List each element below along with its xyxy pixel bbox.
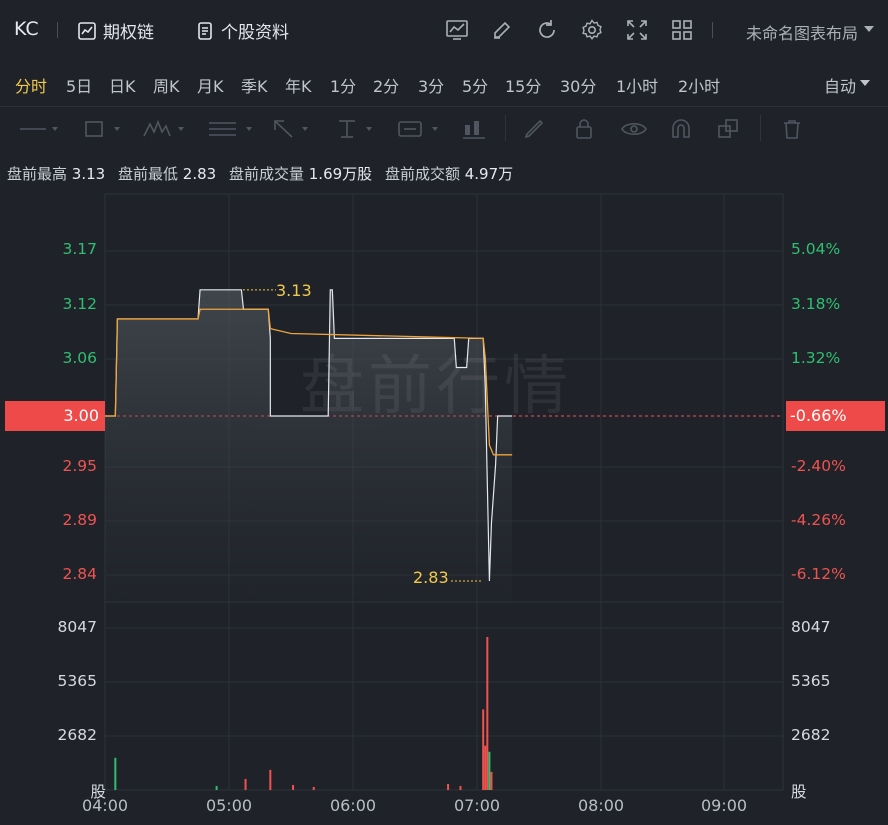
percent-tick: -2.40%: [791, 457, 846, 475]
price-tick: 2.84: [62, 565, 97, 583]
volume-bar: [484, 745, 487, 790]
volume-bar: [244, 778, 247, 790]
volume-tick: 8047: [791, 618, 831, 636]
volume-bar: [269, 769, 272, 790]
percent-tick: 5.04%: [791, 240, 841, 258]
volume-tick: 8047: [57, 618, 97, 636]
volume-tick: 5365: [791, 672, 831, 690]
time-tick: 09:00: [700, 796, 748, 815]
price-tick: 3.12: [62, 295, 97, 313]
volume-bar: [459, 785, 462, 790]
time-tick: 05:00: [205, 796, 253, 815]
price-tick: 2.89: [62, 511, 97, 529]
volume-bar: [312, 786, 315, 790]
volume-bar: [292, 784, 295, 790]
time-tick: 08:00: [577, 796, 625, 815]
volume-bar: [488, 751, 491, 790]
volume-bar: [447, 783, 450, 790]
percent-tick: -6.12%: [791, 565, 846, 583]
high-marker-label: 3.13: [276, 281, 312, 300]
time-tick: 06:00: [329, 796, 377, 815]
last-price-tag: 3.00: [5, 401, 105, 431]
low-marker-label: 2.83: [413, 568, 449, 587]
volume-bar: [482, 709, 485, 790]
volume-tick: 2682: [791, 726, 831, 744]
percent-tick: -4.26%: [791, 511, 846, 529]
last-percent-tag: -0.66%: [786, 401, 885, 431]
volume-unit: 股: [791, 783, 807, 801]
percent-tick: 3.18%: [791, 295, 841, 313]
volume-bar: [486, 636, 489, 790]
volume-bar: [490, 771, 493, 790]
volume-bar: [215, 785, 218, 790]
volume-bar: [114, 757, 117, 790]
price-tick: 2.95: [62, 457, 97, 475]
volume-tick: 5365: [57, 672, 97, 690]
price-tick: 3.17: [62, 240, 97, 258]
time-tick: 07:00: [453, 796, 501, 815]
volume-tick: 2682: [57, 726, 97, 744]
time-tick: 04:00: [81, 796, 129, 815]
price-tick: 3.06: [62, 349, 97, 367]
percent-tick: 1.32%: [791, 349, 841, 367]
watermark-text: 盘前行情: [300, 350, 572, 424]
